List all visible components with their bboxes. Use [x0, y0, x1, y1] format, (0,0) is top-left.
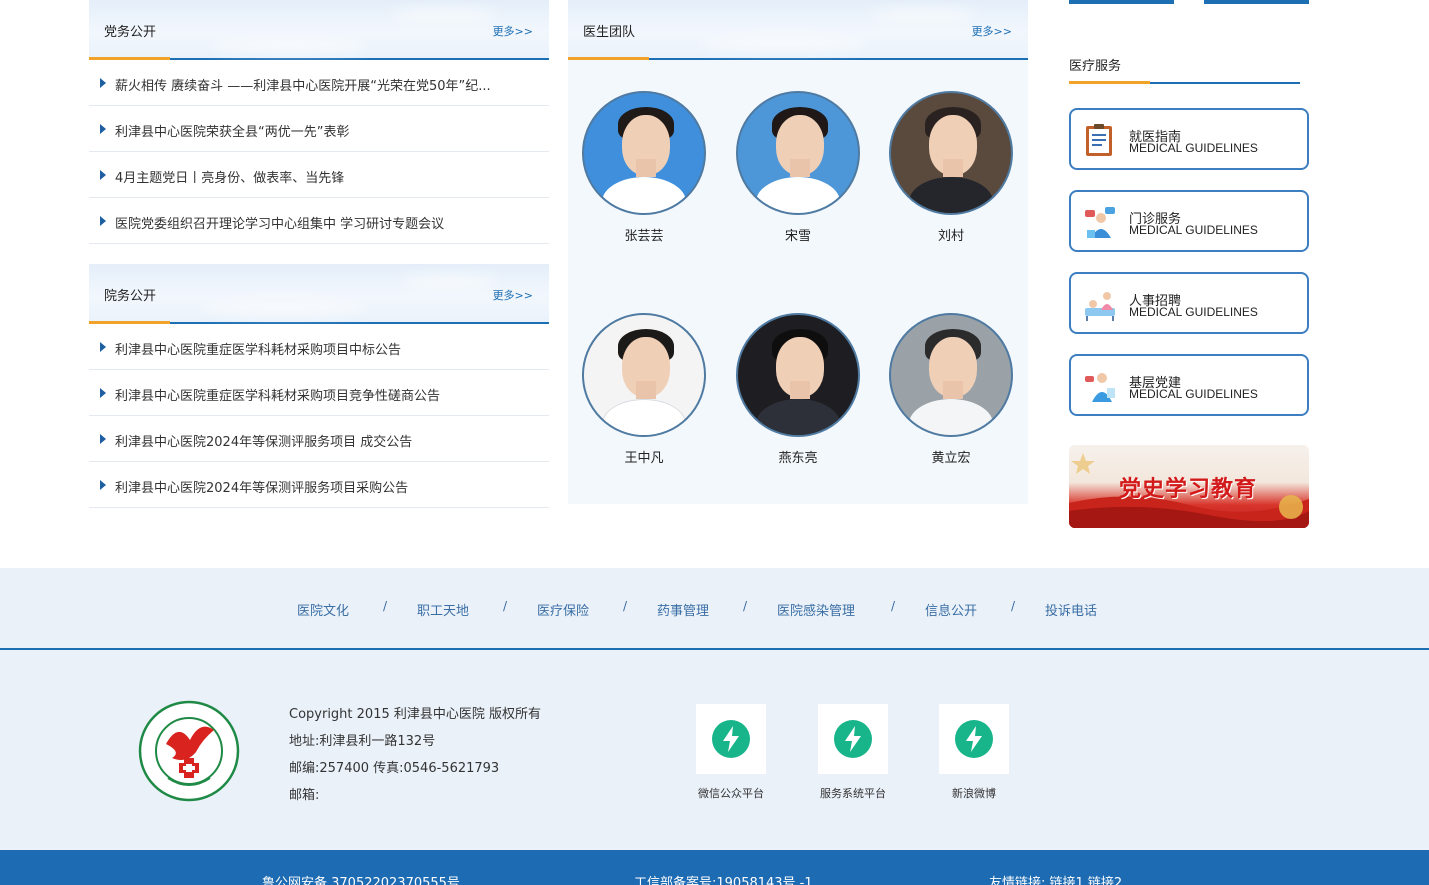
- party-building-icon: [1085, 373, 1115, 402]
- party-affairs-title: 党务公开: [104, 25, 157, 40]
- list-item[interactable]: 医院党委组织召开理论学习中心组集中 学习研讨专题会议: [89, 198, 549, 244]
- hospital-logo: [138, 700, 240, 802]
- qr-label: 新浪微博: [952, 787, 996, 800]
- doctor-name: 刘村: [937, 229, 964, 244]
- service-system-qr-code[interactable]: [818, 704, 888, 774]
- footer-link[interactable]: 投诉电话: [1045, 600, 1097, 619]
- doctor-name: 燕东亮: [778, 451, 818, 466]
- doctor-card[interactable]: 刘村: [889, 91, 1013, 244]
- wechat-qr-code[interactable]: [696, 704, 766, 774]
- footer-navigation: 医院文化 / 职工天地 / 医疗保险 / 药事管理 / 医院感染管理 / 信息公…: [0, 568, 1429, 650]
- party-affairs-list: 薪火相传 赓续奋斗 ——利津县中心医院开展“光荣在党50年”纪... 利津县中心…: [89, 60, 549, 244]
- footer-link[interactable]: 职工天地: [417, 600, 469, 619]
- doctor-team-title: 医生团队: [583, 25, 636, 40]
- doctor-card[interactable]: 宋雪: [736, 91, 860, 244]
- recruitment-icon: [1085, 292, 1115, 321]
- footer-link[interactable]: 药事管理: [657, 600, 709, 619]
- bullet-triangle-icon: [100, 78, 106, 88]
- banner-title: 党史学习教育: [1119, 476, 1258, 502]
- qr-label: 微信公众平台: [698, 787, 764, 800]
- bullet-triangle-icon: [100, 480, 106, 490]
- bullet-triangle-icon: [100, 388, 106, 398]
- doctor-photo: [736, 313, 860, 437]
- doctor-photo: [582, 313, 706, 437]
- doctor-photo: [889, 313, 1013, 437]
- medical-services-title: 医疗服务: [1069, 59, 1122, 74]
- outpatient-icon: [1085, 207, 1115, 238]
- bullet-triangle-icon: [100, 216, 106, 226]
- footer-info: Copyright 2015 利津县中心医院 版权所有 地址:利津县利一路132…: [0, 650, 1429, 850]
- footer-separator: /: [383, 599, 388, 613]
- doctor-photo: [736, 91, 860, 215]
- list-item[interactable]: 薪火相传 赓续奋斗 ——利津县中心医院开展“光荣在党50年”纪...: [89, 60, 549, 106]
- service-outpatient-button[interactable]: 门诊服务 MEDICAL GUIDELINES: [1069, 190, 1309, 252]
- hospital-affairs-header: 院务公开 更多>>: [89, 264, 549, 324]
- bottom-bar: 鲁公网安备 37052202370555号 工信部备案号:19058143号 -…: [0, 850, 1429, 885]
- footer-separator: /: [623, 599, 628, 613]
- doctor-name: 黄立宏: [931, 451, 971, 466]
- list-item[interactable]: 利津县中心医院重症医学科耗材采购项目竞争性磋商公告: [89, 370, 549, 416]
- hospital-affairs-more-link[interactable]: 更多>>: [493, 287, 533, 303]
- doctor-name: 王中凡: [624, 451, 664, 466]
- doctor-card[interactable]: 张芸芸: [582, 91, 706, 244]
- service-guide-button[interactable]: 就医指南 MEDICAL GUIDELINES: [1069, 108, 1309, 170]
- hospital-affairs-list: 利津县中心医院重症医学科耗材采购项目中标公告 利津县中心医院重症医学科耗材采购项…: [89, 324, 549, 508]
- footer-link[interactable]: 医疗保险: [537, 600, 589, 619]
- list-item[interactable]: 利津县中心医院2024年等保测评服务项目采购公告: [89, 462, 549, 508]
- friend-links[interactable]: 友情链接: 链接1 链接2: [989, 872, 1122, 885]
- top-tab-indicator: [1204, 0, 1309, 4]
- doctor-team-grid: 张芸芸 宋雪 刘村 王中凡 燕东亮 黄立宏: [568, 60, 1028, 504]
- copyright-text: Copyright 2015 利津县中心医院 版权所有: [289, 707, 542, 722]
- hospital-affairs-title: 院务公开: [104, 289, 157, 304]
- doctor-card[interactable]: 燕东亮: [736, 313, 860, 466]
- footer-separator: /: [891, 599, 896, 613]
- list-item[interactable]: 4月主题党日丨亮身份、做表率、当先锋: [89, 152, 549, 198]
- footer-separator: /: [743, 599, 748, 613]
- doctor-card[interactable]: 黄立宏: [889, 313, 1013, 466]
- qr-label: 服务系统平台: [820, 787, 886, 800]
- email-text: 邮箱:: [289, 788, 320, 803]
- postal-fax-text: 邮编:257400 传真:0546-5621793: [289, 761, 500, 776]
- list-item[interactable]: 利津县中心医院荣获全县“两优一先”表彰: [89, 106, 549, 152]
- address-text: 地址:利津县利一路132号: [289, 734, 436, 749]
- footer-separator: /: [503, 599, 508, 613]
- service-party-building-button[interactable]: 基层党建 MEDICAL GUIDELINES: [1069, 354, 1309, 416]
- party-affairs-header: 党务公开 更多>>: [89, 0, 549, 60]
- list-item[interactable]: 利津县中心医院2024年等保测评服务项目 成交公告: [89, 416, 549, 462]
- service-recruitment-button[interactable]: 人事招聘 MEDICAL GUIDELINES: [1069, 272, 1309, 334]
- bullet-triangle-icon: [100, 434, 106, 444]
- top-tab-indicator: [1069, 0, 1174, 4]
- bullet-triangle-icon: [100, 170, 106, 180]
- party-affairs-more-link[interactable]: 更多>>: [493, 23, 533, 39]
- bullet-triangle-icon: [100, 124, 106, 134]
- lightning-icon: [966, 726, 982, 752]
- police-record-text[interactable]: 鲁公网安备 37052202370555号: [262, 872, 460, 885]
- doctor-name: 张芸芸: [624, 229, 664, 244]
- doctor-card[interactable]: 王中凡: [582, 313, 706, 466]
- doctor-name: 宋雪: [784, 229, 811, 244]
- medical-services-underline: [1069, 81, 1300, 84]
- doctor-team-more-link[interactable]: 更多>>: [972, 23, 1012, 39]
- weibo-qr-code[interactable]: [939, 704, 1009, 774]
- bullet-triangle-icon: [100, 342, 106, 352]
- icp-record-text[interactable]: 工信部备案号:19058143号 -1: [634, 872, 813, 885]
- footer-link[interactable]: 医院感染管理: [777, 600, 855, 619]
- party-history-education-banner[interactable]: 党史学习教育: [1069, 445, 1309, 528]
- doctor-photo: [889, 91, 1013, 215]
- lightning-icon: [723, 726, 739, 752]
- footer-link[interactable]: 信息公开: [925, 600, 977, 619]
- footer-separator: /: [1011, 599, 1016, 613]
- clipboard-icon: [1086, 124, 1112, 156]
- footer-link[interactable]: 医院文化: [297, 600, 349, 619]
- list-item[interactable]: 利津县中心医院重症医学科耗材采购项目中标公告: [89, 324, 549, 370]
- doctor-photo: [582, 91, 706, 215]
- lightning-icon: [845, 726, 861, 752]
- doctor-team-header: 医生团队 更多>>: [568, 0, 1028, 60]
